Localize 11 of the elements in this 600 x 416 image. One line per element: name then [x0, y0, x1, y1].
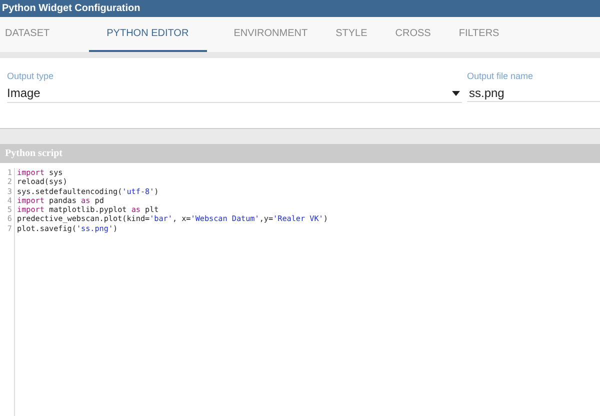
tab[interactable]: STYLE: [330, 17, 390, 52]
window-title: Python Widget Configuration: [2, 3, 140, 14]
tab[interactable]: CROSS: [390, 17, 454, 52]
caret-icon: [452, 90, 460, 96]
dropdown-value: Image: [7, 86, 40, 100]
field-label: Output type: [7, 71, 55, 83]
tab[interactable]: FILTERS: [454, 17, 522, 52]
tab[interactable]: DATASET: [0, 17, 73, 52]
field-label: Output file name: [467, 71, 534, 83]
tab[interactable]: ENVIRONMENT: [228, 17, 331, 52]
output-type-dropdown[interactable]: Image: [7, 84, 462, 103]
